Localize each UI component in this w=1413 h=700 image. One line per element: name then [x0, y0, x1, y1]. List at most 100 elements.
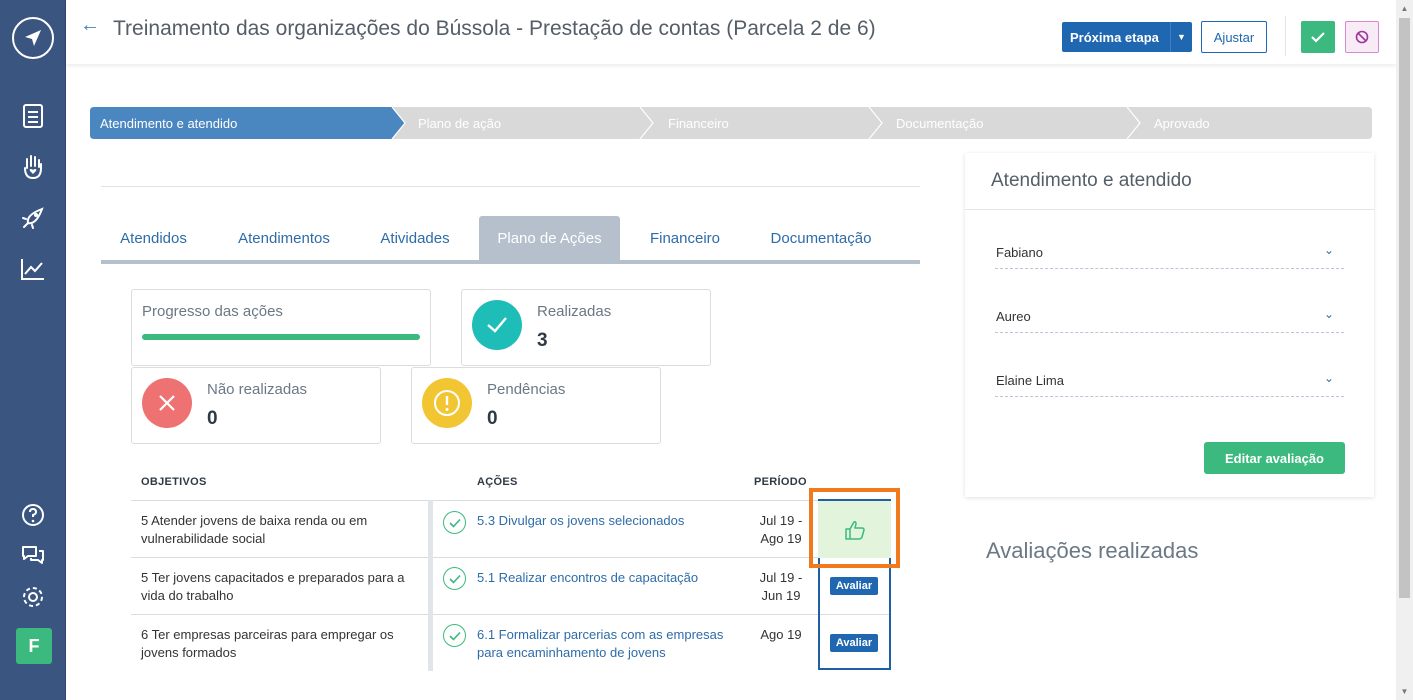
action-link[interactable]: 5.1 Realizar encontros de capacitação [477, 569, 698, 587]
divider [1285, 16, 1286, 56]
select-value: Elaine Lima [996, 373, 1064, 388]
approve-button[interactable] [1301, 21, 1335, 53]
header-actions: AÇÕES [477, 476, 518, 488]
pending-label: Pendências [487, 381, 566, 398]
top-bar: ← Treinamento das organizações do Bússol… [66, 0, 1396, 64]
period-start: Jul 19 - [759, 570, 803, 585]
help-icon[interactable] [20, 502, 46, 528]
tab-documentation[interactable]: Documentação [751, 216, 891, 260]
period-text: Ago 19 [751, 626, 811, 644]
progress-bar [142, 334, 420, 340]
close-circle-icon [142, 378, 192, 428]
table-divider [131, 500, 891, 501]
step-financial[interactable]: Financeiro [668, 107, 729, 139]
period-text: Jul 19 - Ago 19 [751, 512, 811, 548]
person-select[interactable]: Aureo ⌄ [995, 303, 1344, 333]
avatar[interactable]: F [16, 628, 52, 664]
table-row-objective: 6 Ter empresas parceiras para empregar o… [141, 626, 394, 662]
chevron-down-icon[interactable]: ⌄ [1324, 307, 1334, 321]
edit-evaluation-button[interactable]: Editar avaliação [1204, 442, 1345, 474]
objective-text: vida do trabalho [141, 588, 234, 603]
gear-icon[interactable] [20, 584, 46, 610]
check-circle-icon [472, 300, 522, 350]
period-text: Jul 19 - Jun 19 [751, 569, 811, 605]
action-text[interactable]: para encaminhamento de jovens [477, 644, 723, 662]
objective-text: 6 Ter empresas parceiras para empregar o… [141, 627, 394, 642]
done-card: Realizadas 3 [461, 289, 711, 366]
evaluation-panel: Atendimento e atendido Fabiano ⌄ Aureo ⌄… [965, 153, 1374, 497]
not-done-value: 0 [207, 408, 218, 429]
tab-attended[interactable]: Atendidos [101, 216, 206, 260]
tab-action-plan[interactable]: Plano de Ações [479, 216, 620, 260]
table-divider [131, 614, 891, 615]
table-row-objective: 5 Atender jovens de baixa renda ou em vu… [141, 512, 367, 548]
select-value: Fabiano [996, 245, 1043, 260]
evaluate-button[interactable]: Avaliar [830, 634, 878, 652]
document-icon[interactable] [20, 103, 46, 129]
scrollbar[interactable]: ▲ ▼ [1396, 0, 1413, 700]
highlight-box [809, 488, 900, 568]
period-end: Jun 19 [761, 588, 801, 603]
tab-financial[interactable]: Financeiro [631, 216, 739, 260]
divider [101, 186, 920, 187]
chart-icon[interactable] [20, 256, 46, 282]
action-link[interactable]: 6.1 Formalizar parcerias com as empresas… [477, 626, 723, 662]
not-done-label: Não realizadas [207, 381, 308, 398]
check-icon [443, 567, 466, 590]
scroll-up-icon[interactable]: ▲ [1396, 0, 1413, 17]
period-start: Ago 19 [760, 627, 802, 642]
period-start: Jul 19 - [759, 513, 803, 528]
check-icon [443, 624, 466, 647]
chevron-down-icon[interactable]: ▼ [1170, 22, 1192, 52]
evaluations-title: Avaliações realizadas [986, 538, 1199, 563]
select-value: Aureo [996, 309, 1031, 324]
back-arrow-icon[interactable]: ← [80, 14, 100, 37]
next-step-button[interactable]: Próxima etapa ▼ [1062, 22, 1192, 52]
evaluate-button[interactable]: Avaliar [830, 577, 878, 595]
column-separator [428, 500, 433, 671]
rocket-icon[interactable] [20, 205, 46, 231]
step-action-plan[interactable]: Plano de ação [418, 107, 501, 139]
progress-bar-fill [142, 334, 420, 340]
page-title: Treinamento das organizações do Bússola … [113, 17, 876, 40]
progress-stepper: Atendimento e atendido Plano de ação Fin… [90, 107, 1372, 139]
tab-bar: Atendidos Atendimentos Atividades Plano … [101, 216, 920, 264]
person-select[interactable]: Elaine Lima ⌄ [995, 367, 1344, 397]
period-end: Ago 19 [760, 531, 802, 546]
step-documentation[interactable]: Documentação [896, 107, 983, 139]
tab-services[interactable]: Atendimentos [216, 216, 352, 260]
objective-text: 5 Ter jovens capacitados e preparados pa… [141, 570, 405, 585]
warning-circle-icon [422, 378, 472, 428]
next-step-label: Próxima etapa [1070, 29, 1159, 45]
pending-value: 0 [487, 408, 498, 429]
progress-label: Progresso das ações [142, 303, 283, 320]
step-attendance[interactable]: Atendimento e atendido [100, 107, 237, 139]
check-icon [1311, 32, 1325, 43]
main-panel: Atendidos Atendimentos Atividades Plano … [101, 186, 920, 700]
action-plan-content: Progresso das ações Realizadas 3 Não rea… [101, 264, 920, 700]
action-text[interactable]: 6.1 Formalizar parcerias com as empresas [477, 626, 723, 644]
divider [965, 209, 1374, 210]
header-period: PERÍODO [754, 476, 807, 488]
step-approved[interactable]: Aprovado [1154, 107, 1210, 139]
objective-text: 5 Atender jovens de baixa renda ou em [141, 513, 368, 528]
objective-text: jovens formados [141, 645, 237, 660]
chevron-down-icon[interactable]: ⌄ [1324, 243, 1334, 257]
action-link[interactable]: 5.3 Divulgar os jovens selecionados [477, 512, 684, 530]
not-done-card: Não realizadas 0 [131, 367, 381, 444]
header-objectives: OBJETIVOS [141, 476, 207, 488]
person-select[interactable]: Fabiano ⌄ [995, 239, 1344, 269]
scroll-thumb[interactable] [1399, 18, 1410, 598]
scroll-down-icon[interactable]: ▼ [1396, 683, 1413, 700]
check-icon [443, 511, 466, 534]
chat-icon[interactable] [20, 542, 46, 568]
reject-button[interactable] [1345, 21, 1379, 53]
adjust-button[interactable]: Ajustar [1201, 21, 1267, 53]
progress-card: Progresso das ações [131, 289, 431, 366]
chevron-down-icon[interactable]: ⌄ [1324, 371, 1334, 385]
hand-heart-icon[interactable] [20, 154, 46, 180]
table-row-objective: 5 Ter jovens capacitados e preparados pa… [141, 569, 405, 605]
tab-activities[interactable]: Atividades [363, 216, 467, 260]
logo-icon[interactable] [12, 17, 54, 59]
done-value: 3 [537, 330, 548, 351]
